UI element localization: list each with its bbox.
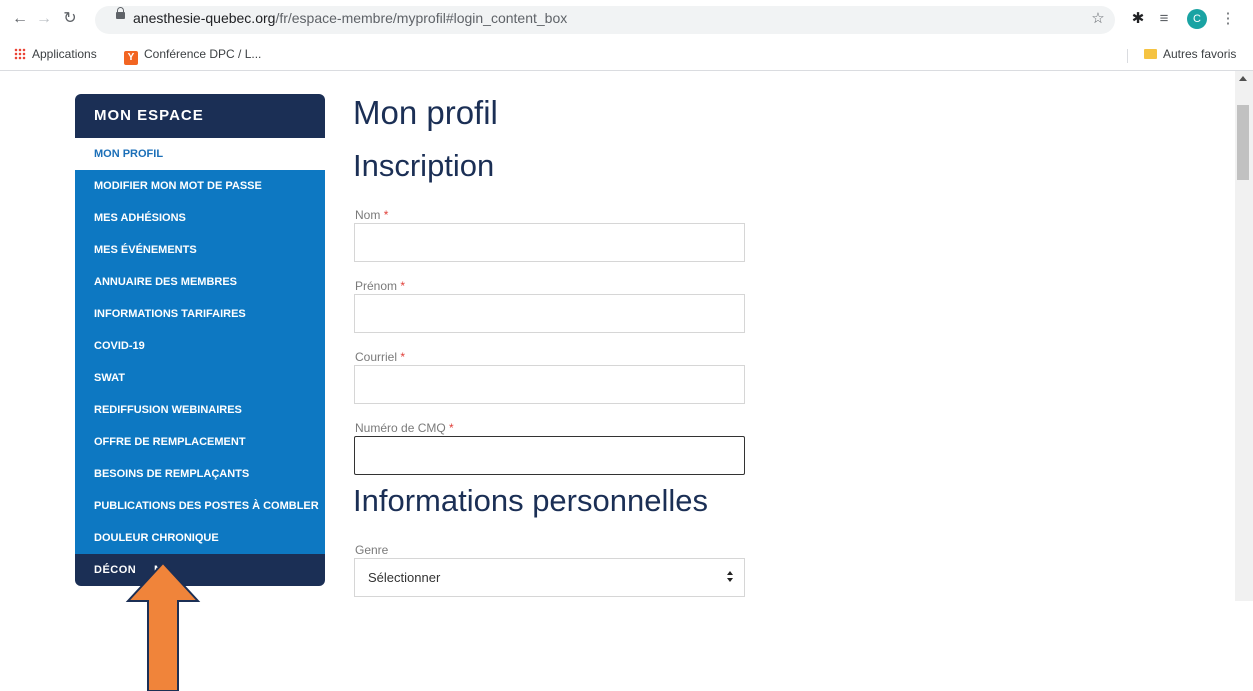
- label-text: Nom: [355, 208, 381, 222]
- field-label-nom: Nom *: [355, 208, 388, 222]
- folder-icon: [1144, 49, 1157, 59]
- field-label-genre: Genre: [355, 543, 389, 557]
- sidebar-heading: MON ESPACE: [75, 94, 325, 138]
- field-label-prenom: Prénom *: [355, 279, 405, 293]
- required-marker: *: [400, 279, 406, 293]
- url-host: anesthesie-quebec.org: [133, 10, 276, 26]
- bookmark-separator: [1127, 49, 1128, 63]
- bookmark-applications[interactable]: Applications: [14, 47, 97, 61]
- courriel-input[interactable]: [354, 365, 745, 404]
- lock-icon[interactable]: [116, 7, 125, 19]
- field-label-courriel: Courriel *: [355, 350, 405, 364]
- page-title: Mon profil: [353, 94, 498, 131]
- nom-input[interactable]: [354, 223, 745, 262]
- label-text: Courriel: [355, 350, 398, 364]
- cmq-input[interactable]: [354, 436, 745, 475]
- bookmarks-bar: Applications Y Conférence DPC / L... Autr…: [0, 40, 1253, 71]
- label-text: Numéro de CMQ: [355, 421, 446, 435]
- member-sidebar: MON ESPACE MON PROFIL MODIFIER MON MOT D…: [75, 94, 325, 594]
- sidebar-item-annuaire[interactable]: ANNUAIRE DES MEMBRES: [75, 266, 325, 298]
- sidebar-item-mon-profil[interactable]: MON PROFIL: [75, 138, 325, 170]
- yc-favicon-icon: Y: [124, 51, 138, 65]
- genre-select-value: Sélectionner: [368, 570, 441, 585]
- section-heading-inscription: Inscription: [353, 148, 495, 183]
- section-heading-informations-personnelles: Informations personnelles: [353, 483, 708, 518]
- bookmark-label: Conférence DPC / L...: [144, 47, 262, 61]
- sidebar-item-deconnexion[interactable]: DÉCON N: [75, 554, 325, 586]
- bookmark-label: Autres favoris: [1163, 47, 1237, 61]
- sidebar-item-douleur-chronique[interactable]: DOULEUR CHRONIQUE: [75, 522, 325, 554]
- forward-icon[interactable]: →: [34, 9, 54, 29]
- scroll-thumb[interactable]: [1237, 105, 1249, 180]
- required-marker: *: [383, 208, 389, 222]
- url-text[interactable]: anesthesie-quebec.org/fr/espace-membre/m…: [133, 10, 567, 26]
- sidebar-item-covid-19[interactable]: COVID-19: [75, 330, 325, 362]
- url-path: /fr/espace-membre/myprofil#login_content…: [275, 10, 568, 26]
- apps-grid-icon: [14, 48, 26, 60]
- profile-avatar[interactable]: C: [1187, 9, 1207, 29]
- sidebar-item-besoins-remplacants[interactable]: BESOINS DE REMPLAÇANTS: [75, 458, 325, 490]
- menu-icon[interactable]: ⋮: [1218, 9, 1238, 29]
- star-icon[interactable]: ☆: [1088, 9, 1108, 29]
- required-marker: *: [449, 421, 454, 435]
- scroll-up-icon[interactable]: [1239, 76, 1247, 81]
- genre-select[interactable]: Sélectionner: [354, 558, 745, 597]
- sidebar-item-offre-remplacement[interactable]: OFFRE DE REMPLACEMENT: [75, 426, 325, 458]
- sidebar-item-rediffusion-webinaires[interactable]: REDIFFUSION WEBINAIRES: [75, 394, 325, 426]
- logout-label: DÉCON N: [94, 564, 163, 576]
- sidebar-item-mes-evenements[interactable]: MES ÉVÉNEMENTS: [75, 234, 325, 266]
- bookmark-label: Applications: [32, 47, 97, 61]
- sidebar-item-informations-tarifaires[interactable]: INFORMATIONS TARIFAIRES: [75, 298, 325, 330]
- sidebar-item-swat[interactable]: SWAT: [75, 362, 325, 394]
- label-text: Prénom: [355, 279, 398, 293]
- sidebar-menu: MODIFIER MON MOT DE PASSE MES ADHÉSIONS …: [75, 170, 325, 554]
- sidebar-item-modifier-mot-de-passe[interactable]: MODIFIER MON MOT DE PASSE: [75, 170, 325, 202]
- sidebar-item-mes-adhesions[interactable]: MES ADHÉSIONS: [75, 202, 325, 234]
- bookmark-conference[interactable]: Y Conférence DPC / L...: [124, 47, 261, 65]
- media-icon[interactable]: ≡: [1154, 9, 1174, 29]
- extensions-icon[interactable]: ✱: [1128, 9, 1148, 29]
- bookmark-other-favorites[interactable]: Autres favoris: [1144, 47, 1236, 61]
- reload-icon[interactable]: ↻: [60, 9, 80, 29]
- select-arrows-icon: [727, 571, 734, 583]
- sidebar-item-publications-postes[interactable]: PUBLICATIONS DES POSTES À COMBLER: [75, 490, 325, 522]
- prenom-input[interactable]: [354, 294, 745, 333]
- field-label-cmq: Numéro de CMQ *: [355, 421, 454, 435]
- back-icon[interactable]: ←: [10, 9, 30, 29]
- browser-toolbar: ← → ↻ anesthesie-quebec.org/fr/espace-me…: [0, 0, 1253, 40]
- required-marker: *: [400, 350, 406, 364]
